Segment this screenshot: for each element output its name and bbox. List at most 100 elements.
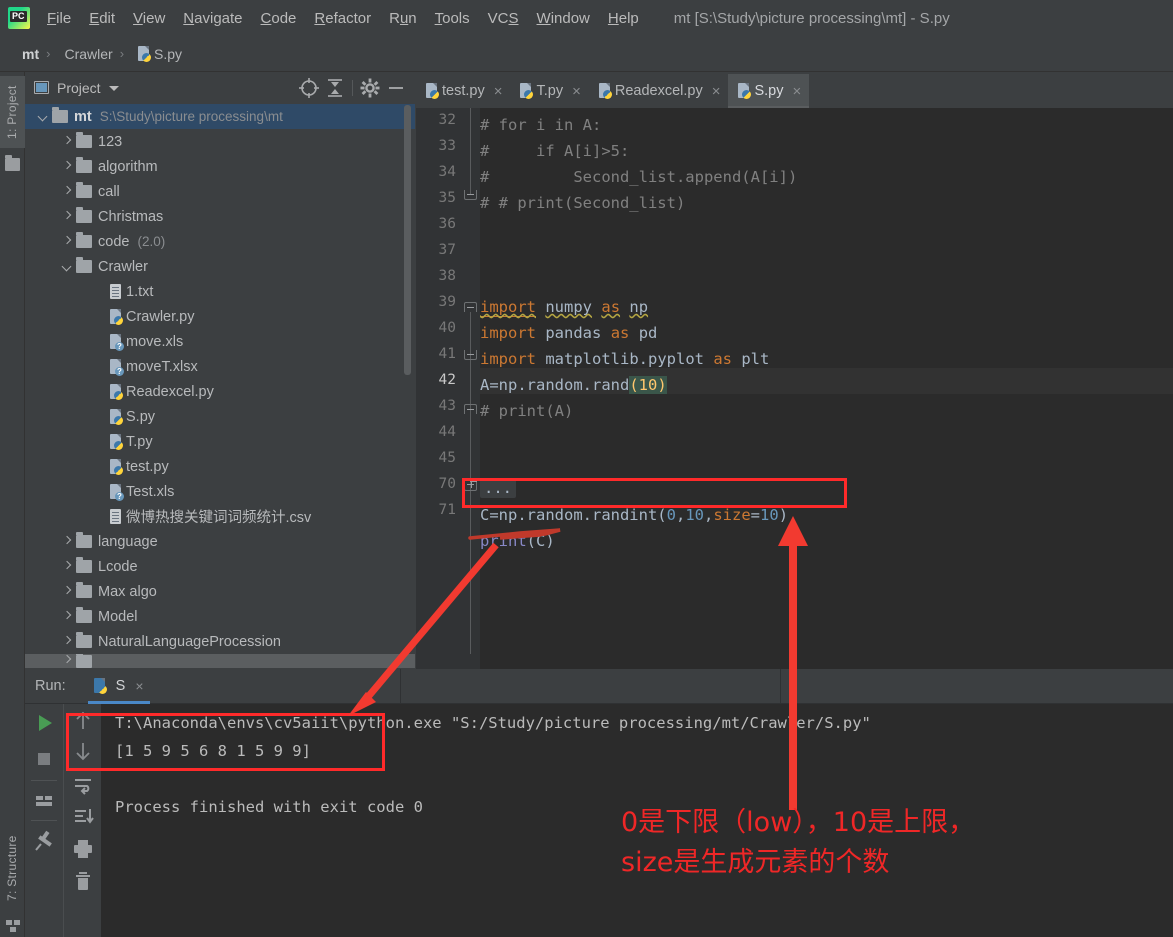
menu-code[interactable]: Code — [252, 7, 306, 30]
chevron-right-icon[interactable] — [61, 636, 73, 648]
menu-file[interactable]: File — [38, 7, 80, 30]
close-icon[interactable]: × — [792, 84, 801, 99]
stop-icon[interactable] — [31, 746, 57, 772]
tree-item-lcode[interactable]: Lcode — [25, 554, 415, 579]
tree-item-partial[interactable] — [25, 654, 415, 668]
folder-icon[interactable] — [5, 155, 20, 171]
gear-icon[interactable] — [357, 75, 383, 101]
fold-collapse-icon[interactable] — [464, 190, 477, 200]
collapse-all-icon[interactable] — [322, 75, 348, 101]
down-arrow-icon[interactable] — [70, 738, 96, 764]
menu-window[interactable]: Window — [528, 7, 599, 30]
code-content[interactable]: # for i in A: # if A[i]>5: # Second_list… — [480, 108, 1173, 669]
print-icon[interactable] — [70, 836, 96, 862]
chevron-right-icon[interactable] — [61, 561, 73, 573]
tree-item-movexls[interactable]: ? move.xls — [25, 329, 415, 354]
tree-item-algorithm[interactable]: algorithm — [25, 154, 415, 179]
tree-item-1txt[interactable]: 1.txt — [25, 279, 415, 304]
tree-item-call[interactable]: call — [25, 179, 415, 204]
sidebar-item-favorites[interactable]: 2: Favorites — [0, 932, 25, 937]
tree-item-label: 1.txt — [126, 283, 154, 300]
chevron-right-icon[interactable] — [61, 186, 73, 198]
tree-item-spy[interactable]: S.py — [25, 404, 415, 429]
editor-fold-column[interactable] — [462, 108, 480, 669]
editor-gutter[interactable]: 32 33 34 35 36 37 38 39 40 41 42 43 44 4… — [416, 108, 462, 669]
fold-collapse-icon[interactable] — [464, 350, 477, 360]
code-line-print-a-comment[interactable]: # print(A) — [480, 398, 573, 424]
chevron-right-icon[interactable] — [61, 586, 73, 598]
scroll-to-end-icon[interactable] — [70, 804, 96, 830]
close-icon[interactable]: × — [712, 84, 721, 99]
breadcrumb-item-folder[interactable]: Crawler — [54, 46, 112, 62]
tree-item-model[interactable]: Model — [25, 604, 415, 629]
chevron-right-icon[interactable] — [61, 161, 73, 173]
chevron-right-icon[interactable] — [61, 236, 73, 248]
chevron-down-icon[interactable] — [108, 85, 119, 91]
tab-s-py[interactable]: S.py × — [728, 74, 810, 108]
tree-item-readexcelpy[interactable]: Readexcel.py — [25, 379, 415, 404]
tree-item-weibo-csv[interactable]: 微博热搜关键词词频统计.csv — [25, 504, 415, 529]
code-line-import-numpy[interactable]: import numpy as np — [480, 294, 648, 320]
run-icon[interactable] — [31, 710, 57, 736]
pin-icon[interactable] — [31, 828, 57, 854]
menu-navigate[interactable]: Navigate — [174, 7, 251, 30]
sidebar-item-structure[interactable]: 7: Structure — [0, 822, 25, 914]
tree-item-maxalgo[interactable]: Max algo — [25, 579, 415, 604]
chevron-right-icon[interactable] — [61, 536, 73, 548]
tree-item-code[interactable]: code (2.0) — [25, 229, 415, 254]
soft-wrap-icon[interactable] — [70, 772, 96, 798]
chevron-right-icon[interactable] — [61, 136, 73, 148]
menu-view[interactable]: View — [124, 7, 174, 30]
tree-item-christmas[interactable]: Christmas — [25, 204, 415, 229]
fold-expand-icon[interactable] — [464, 478, 477, 491]
close-icon[interactable]: × — [494, 84, 503, 99]
tab-readexcel-py[interactable]: Readexcel.py × — [589, 74, 729, 108]
tree-item-movetxlsx[interactable]: ? moveT.xlsx — [25, 354, 415, 379]
run-tab-s[interactable]: S × — [87, 669, 150, 704]
tree-item-crawlerpy[interactable]: Crawler.py — [25, 304, 415, 329]
structure-icon[interactable] — [6, 920, 20, 932]
tab-test-py[interactable]: test.py × — [416, 74, 510, 108]
minimize-icon[interactable] — [383, 75, 409, 101]
chevron-right-icon[interactable] — [61, 655, 73, 667]
trash-icon[interactable] — [70, 868, 96, 894]
fold-collapse-icon[interactable] — [464, 302, 477, 312]
chevron-down-icon[interactable] — [37, 111, 49, 123]
tree-item-123[interactable]: 123 — [25, 129, 415, 154]
close-icon[interactable]: × — [572, 84, 581, 99]
chevron-right-icon[interactable] — [61, 211, 73, 223]
tree-item-testpy[interactable]: test.py — [25, 454, 415, 479]
menu-run[interactable]: Run — [380, 7, 426, 30]
chevron-right-icon[interactable] — [61, 611, 73, 623]
code-line-import-matplotlib[interactable]: import matplotlib.pyplot as plt — [480, 346, 769, 372]
chevron-down-icon[interactable] — [61, 261, 73, 273]
tab-t-py[interactable]: T.py × — [510, 74, 588, 108]
run-console[interactable]: T:\Anaconda\envs\cv5aiit\python.exe "S:/… — [101, 704, 1173, 937]
breadcrumb-item-project[interactable]: mt — [0, 46, 39, 62]
tree-item-naturallanguageprocession[interactable]: NaturalLanguageProcession — [25, 629, 415, 654]
collapsed-region[interactable]: ... — [480, 478, 516, 498]
layout-icon[interactable] — [31, 788, 57, 814]
tree-item-crawler[interactable]: Crawler — [25, 254, 415, 279]
menu-vcs[interactable]: VCS — [479, 7, 528, 30]
menu-refactor[interactable]: Refactor — [305, 7, 380, 30]
code-line-c-assign[interactable]: C=np.random.randint(0,10,size=10) — [480, 502, 788, 528]
menu-tools[interactable]: Tools — [426, 7, 479, 30]
tree-item-tpy[interactable]: T.py — [25, 429, 415, 454]
select-opened-file-icon[interactable] — [296, 75, 322, 101]
code-line-print-c[interactable]: print(C) — [480, 528, 555, 554]
sidebar-item-project[interactable]: 1: Project — [0, 76, 25, 148]
breadcrumb-item-file[interactable]: S.py — [128, 45, 182, 62]
fold-collapse-icon[interactable] — [464, 404, 477, 414]
tree-item-testxls[interactable]: ? Test.xls — [25, 479, 415, 504]
menu-help[interactable]: Help — [599, 7, 648, 30]
menu-edit[interactable]: Edit — [80, 7, 124, 30]
up-arrow-icon[interactable] — [70, 708, 96, 734]
code-line-import-pandas[interactable]: import pandas as pd — [480, 320, 657, 346]
project-tree[interactable]: mt S:\Study\picture processing\mt 123 al… — [25, 104, 415, 669]
tree-item-language[interactable]: language — [25, 529, 415, 554]
project-tree-scrollbar[interactable] — [404, 105, 411, 375]
code-line-a-assign[interactable]: A=np.random.rand(10) — [480, 372, 667, 398]
tree-item-mt[interactable]: mt S:\Study\picture processing\mt — [25, 104, 415, 129]
close-icon[interactable]: × — [135, 678, 143, 694]
